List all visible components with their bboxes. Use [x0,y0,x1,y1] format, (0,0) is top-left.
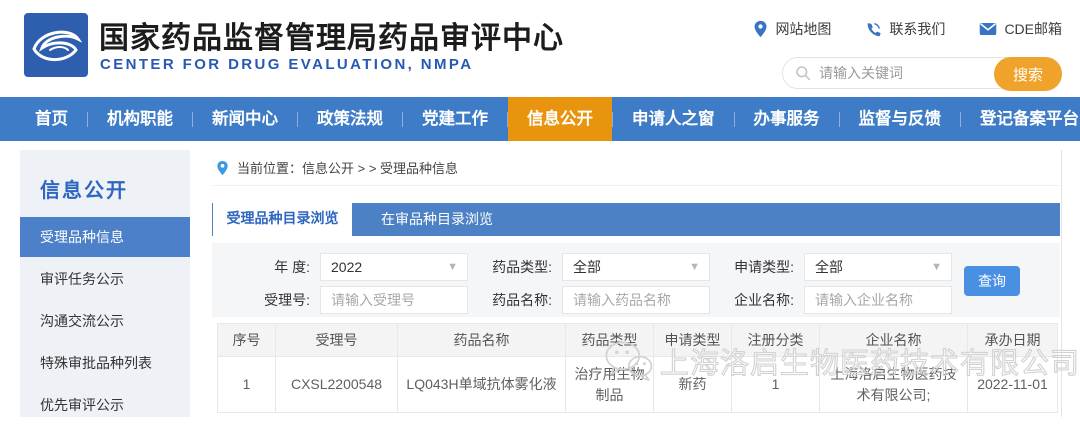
chevron-down-icon: ▼ [689,261,700,273]
search-icon [795,65,811,81]
sidebar-item-special-approval[interactable]: 特殊审批品种列表 [20,343,190,383]
table-row: 1 CXSL2200548 LQ043H单域抗体雾化液 治疗用生物制品 新药 1… [218,357,1058,413]
breadcrumb: 当前位置：信息公开 > > 受理品种信息 [212,150,1060,186]
location-pin-icon [216,160,229,176]
col-header-drug-name: 药品名称 [398,324,566,357]
site-header: 国家药品监督管理局药品审评中心 CENTER FOR DRUG EVALUATI… [0,0,1080,97]
nav-item-news[interactable]: 新闻中心 [193,97,297,141]
query-button[interactable]: 查询 [964,266,1020,296]
results-table: 序号 受理号 药品名称 药品类型 申请类型 注册分类 企业名称 承办日期 1 C… [217,323,1058,413]
nav-item-applicant[interactable]: 申请人之窗 [613,97,734,141]
nav-item-policy[interactable]: 政策法规 [298,97,402,141]
phone-icon [865,21,882,38]
cell-drug-type: 治疗用生物制品 [566,357,654,413]
nav-item-registration-platform[interactable]: 登记备案平台 [961,97,1080,141]
sidebar: 信息公开 受理品种信息 审评任务公示 沟通交流公示 特殊审批品种列表 优先审评公… [20,150,190,417]
company-name-input[interactable] [815,292,941,308]
col-header-acceptance-no: 受理号 [276,324,398,357]
sidebar-item-review-tasks[interactable]: 审评任务公示 [20,259,190,299]
company-name-label: 企业名称: [710,290,794,310]
map-pin-icon [753,20,768,38]
nav-item-home[interactable]: 首页 [16,97,87,141]
cell-date: 2022-11-01 [968,357,1058,413]
nav-item-functions[interactable]: 机构职能 [88,97,192,141]
cell-company: 上海洛启生物医药技术有限公司; [820,357,968,413]
table-header-row: 序号 受理号 药品名称 药品类型 申请类型 注册分类 企业名称 承办日期 [218,324,1058,357]
sidebar-item-communication[interactable]: 沟通交流公示 [20,301,190,341]
sidebar-title: 信息公开 [20,150,190,217]
sitemap-link-label: 网站地图 [775,19,831,39]
drug-type-select-value: 全部 [573,257,601,277]
acceptance-no-input[interactable] [331,292,457,308]
year-select-value: 2022 [331,259,362,275]
cell-no: 1 [218,357,276,413]
drug-name-field-wrap [562,286,710,314]
content-area: 当前位置：信息公开 > > 受理品种信息 受理品种目录浏览 在审品种目录浏览 年… [212,150,1060,413]
tab-strip: 受理品种目录浏览 在审品种目录浏览 [212,203,1060,236]
apply-type-label: 申请类型: [710,257,794,277]
year-select[interactable]: 2022 ▼ [320,253,468,281]
tab-accepted-catalog[interactable]: 受理品种目录浏览 [213,199,352,236]
search-bar: 搜索 [782,57,1062,89]
chevron-down-icon: ▼ [931,261,942,273]
year-label: 年 度: [236,257,310,277]
sidebar-item-priority-review[interactable]: 优先审评公示 [20,385,190,425]
acceptance-no-label: 受理号: [236,290,310,310]
cell-drug-name: LQ043H单域抗体雾化液 [398,357,566,413]
nav-item-services[interactable]: 办事服务 [735,97,839,141]
mailbox-link[interactable]: CDE邮箱 [979,19,1062,39]
apply-type-select-value: 全部 [815,257,843,277]
filter-panel: 年 度: 2022 ▼ 药品类型: 全部 ▼ 申请类型: 全部 ▼ 受理号: 药… [212,243,1060,317]
main-nav: 首页 机构职能 新闻中心 政策法规 党建工作 信息公开 申请人之窗 办事服务 监… [0,97,1080,141]
sidebar-item-accepted-varieties[interactable]: 受理品种信息 [20,217,190,257]
fish-emblem-icon [30,23,82,67]
col-header-reg-class: 注册分类 [732,324,820,357]
content-right-divider [1061,150,1062,417]
drug-type-select[interactable]: 全部 ▼ [562,253,710,281]
cell-apply-type: 新药 [654,357,732,413]
drug-type-label: 药品类型: [468,257,552,277]
nav-item-party[interactable]: 党建工作 [403,97,507,141]
site-title: 国家药品监督管理局药品审评中心 [99,13,564,57]
col-header-date: 承办日期 [968,324,1058,357]
breadcrumb-text: 当前位置：信息公开 > > 受理品种信息 [237,158,458,177]
mailbox-link-label: CDE邮箱 [1004,19,1062,39]
search-button[interactable]: 搜索 [994,57,1062,91]
drug-name-input[interactable] [573,292,699,308]
tab-under-review-catalog[interactable]: 在审品种目录浏览 [352,203,522,236]
apply-type-select[interactable]: 全部 ▼ [804,253,952,281]
contact-link[interactable]: 联系我们 [865,19,945,39]
nav-item-info-disclosure[interactable]: 信息公开 [508,97,612,141]
col-header-drug-type: 药品类型 [566,324,654,357]
quick-links: 网站地图 联系我们 CDE邮箱 [753,19,1062,39]
acceptance-no-field-wrap [320,286,468,314]
col-header-company: 企业名称 [820,324,968,357]
sitemap-link[interactable]: 网站地图 [753,19,831,39]
cell-acceptance-no: CXSL2200548 [276,357,398,413]
company-name-field-wrap [804,286,952,314]
cell-reg-class: 1 [732,357,820,413]
drug-name-label: 药品名称: [468,290,552,310]
cde-logo [24,13,88,77]
site-subtitle: CENTER FOR DRUG EVALUATION, NMPA [100,56,473,73]
chevron-down-icon: ▼ [447,261,458,273]
envelope-icon [979,22,997,36]
col-header-no: 序号 [218,324,276,357]
contact-link-label: 联系我们 [889,19,945,39]
col-header-apply-type: 申请类型 [654,324,732,357]
nav-item-supervision[interactable]: 监督与反馈 [840,97,961,141]
